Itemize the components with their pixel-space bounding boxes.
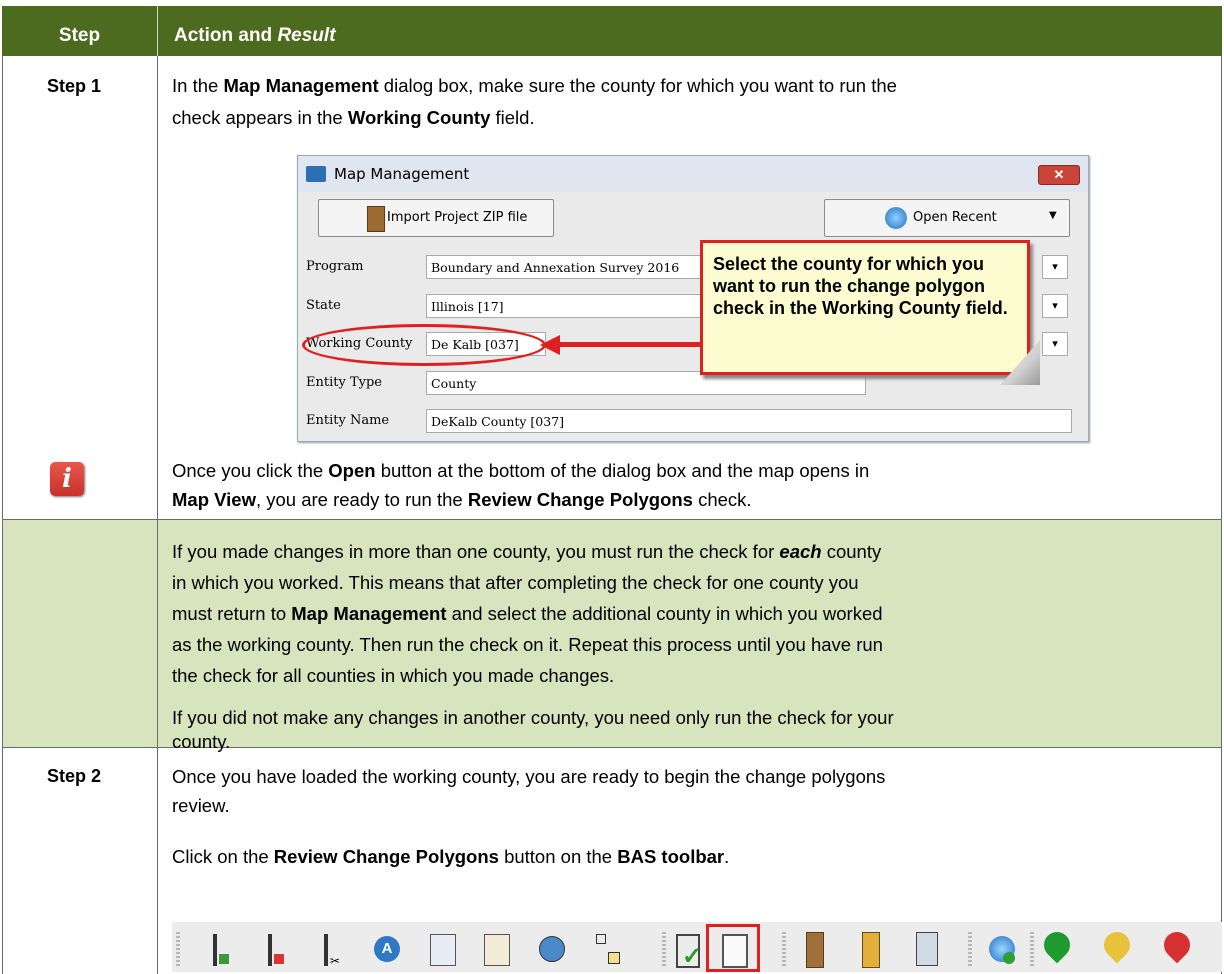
info-icon: i <box>50 462 84 496</box>
step-1-label: Step 1 <box>47 76 102 96</box>
zip-import-icon[interactable] <box>856 930 890 968</box>
header-step: Step <box>58 25 101 46</box>
program-label: Program <box>306 259 364 274</box>
app-icon <box>306 166 326 182</box>
note-text: as the working county. Then run the chec… <box>172 634 883 655</box>
step-2-text: Once you have loaded the working county,… <box>172 766 886 787</box>
open-recent-button[interactable]: Open Recent ▼ <box>824 199 1070 237</box>
step-1-after-text: Once you click the Open button at the bo… <box>172 460 870 481</box>
note-text: in which you worked. This means that aft… <box>172 572 859 593</box>
globe-icon <box>885 207 907 229</box>
note-text: must return to Map Management and select… <box>172 603 883 624</box>
zip-icon <box>367 206 385 232</box>
dialog-titlebar: Map Management ✕ <box>298 156 1088 192</box>
chevron-down-icon[interactable]: ▾ <box>1042 332 1068 356</box>
dialog-title: Map Management <box>334 165 470 183</box>
red-pin-icon[interactable] <box>1158 926 1196 968</box>
toolbar-grip[interactable] <box>782 932 786 968</box>
header-action: Action and Result <box>174 25 336 46</box>
check-icon[interactable]: ✓ <box>670 930 704 970</box>
state-label: State <box>306 298 341 313</box>
hierarchy-icon[interactable] <box>590 930 624 968</box>
address-icon[interactable]: A <box>370 930 404 968</box>
entity-name-field[interactable]: DeKalb County [037] <box>426 409 1072 433</box>
note-text: county. <box>172 731 231 752</box>
split-line-icon[interactable]: ✂ <box>316 930 350 968</box>
zip-export-icon[interactable] <box>800 930 834 968</box>
step-1-text: In the Map Management dialog box, make s… <box>172 75 897 96</box>
table-header: Step Action and Result <box>2 6 1222 56</box>
chevron-down-icon[interactable]: ▾ <box>1042 294 1068 318</box>
document-export-icon[interactable] <box>910 930 944 968</box>
add-line-icon[interactable] <box>205 930 239 968</box>
entity-name-label: Entity Name <box>306 413 390 428</box>
step-2-text: review. <box>172 795 230 816</box>
review-change-polygons-highlight <box>706 924 760 972</box>
callout-note: Select the county for which you want to … <box>700 240 1030 375</box>
working-county-highlight <box>302 324 546 366</box>
step-1-after-text-2: Map View, you are ready to run the Revie… <box>172 489 752 510</box>
delete-line-icon[interactable] <box>260 930 294 968</box>
step-1-text-2: check appears in the Working County fiel… <box>172 107 535 128</box>
toolbar-grip[interactable] <box>1030 932 1034 968</box>
green-pin-icon[interactable] <box>1038 926 1076 968</box>
note-text: the check for all counties in which you … <box>172 665 615 686</box>
yellow-pin-icon[interactable] <box>1098 926 1136 968</box>
chevron-down-icon[interactable]: ▾ <box>1042 255 1068 279</box>
toolbar-grip[interactable] <box>662 932 666 968</box>
callout-arrow <box>554 342 704 347</box>
note-text: If you made changes in more than one cou… <box>172 541 882 562</box>
step-2-text: Click on the Review Change Polygons butt… <box>172 846 730 867</box>
close-button[interactable]: ✕ <box>1038 165 1080 185</box>
toolbar-grip[interactable] <box>968 932 972 968</box>
step-2-label: Step 2 <box>47 766 102 786</box>
table-icon[interactable] <box>426 930 460 968</box>
arrow-head-icon <box>540 335 560 355</box>
toolbar-grip[interactable] <box>176 932 180 968</box>
entity-type-label: Entity Type <box>306 375 382 390</box>
note-text: If you did not make any changes in anoth… <box>172 707 894 728</box>
chevron-down-icon: ▼ <box>1049 210 1057 221</box>
import-project-zip-button[interactable]: Import Project ZIP file <box>318 199 554 237</box>
users-icon[interactable] <box>535 930 569 968</box>
edit-table-icon[interactable] <box>480 930 514 968</box>
globe-add-icon[interactable] <box>985 930 1019 968</box>
